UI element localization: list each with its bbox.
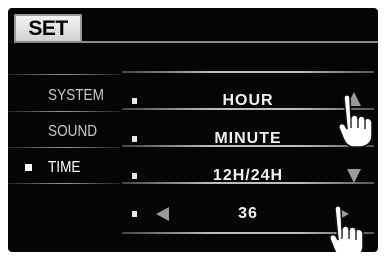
header-divider xyxy=(14,41,378,43)
setting-row-value: HOUR xyxy=(222,92,274,109)
setting-row-value: 12H/24H xyxy=(212,167,284,184)
sidebar-item-label: SYSTEM xyxy=(48,87,104,104)
sidebar-divider xyxy=(8,74,120,75)
bullet-icon xyxy=(132,136,137,142)
left-arrow-icon[interactable] xyxy=(156,207,169,221)
pointing-hand-icon xyxy=(329,205,364,252)
selected-indicator-icon xyxy=(25,164,32,171)
sidebar-item-sound[interactable]: SOUND xyxy=(8,114,120,150)
pointing-hand-icon xyxy=(338,94,373,148)
setting-row-minute[interactable]: MINUTE xyxy=(122,122,374,158)
current-value: 36 xyxy=(238,205,258,222)
bullet-icon xyxy=(132,173,137,179)
sidebar-item-system[interactable]: SYSTEM xyxy=(8,78,120,114)
sidebar-item-label: TIME xyxy=(48,159,81,176)
row-divider xyxy=(122,71,374,73)
bullet-icon xyxy=(132,98,137,104)
down-arrow-icon[interactable] xyxy=(347,169,361,183)
sidebar-item-label: SOUND xyxy=(48,123,98,140)
setting-row-value: MINUTE xyxy=(214,130,282,147)
setting-row-hour[interactable]: HOUR xyxy=(122,84,374,120)
bullet-icon xyxy=(132,211,137,217)
setting-row-12h-24h[interactable]: 12H/24H xyxy=(122,159,374,195)
settings-panel: SET SYSTEM SOUND TIME HOUR MINUTE 12H/24… xyxy=(8,8,378,252)
sidebar-item-time[interactable]: TIME xyxy=(8,150,120,186)
tab-set[interactable]: SET xyxy=(14,14,82,42)
screen: SET SYSTEM SOUND TIME HOUR MINUTE 12H/24… xyxy=(0,0,385,257)
